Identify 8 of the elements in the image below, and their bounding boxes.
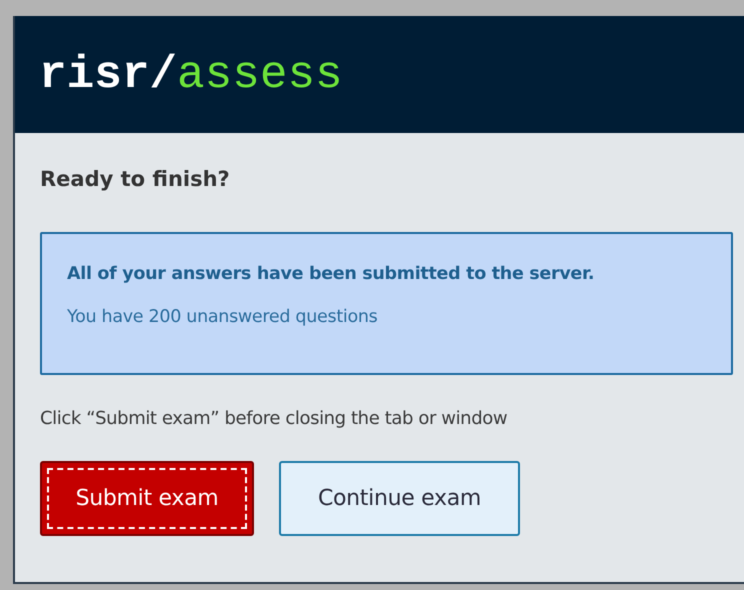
notice-heading: All of your answers have been submitted to the server. (67, 264, 596, 284)
submit-button[interactable]: Submit exam (40, 461, 254, 536)
logo-product-text: assess (177, 48, 343, 100)
logo-brand-text: risr/ (39, 48, 178, 100)
instruction-text: Click “Submit exam” before closing the tab or window (40, 408, 508, 429)
notice-detail: You have 200 unanswered questions (67, 307, 378, 327)
dialog-title: Ready to finish? (40, 167, 231, 193)
continue-button[interactable]: Continue exam (279, 461, 520, 536)
